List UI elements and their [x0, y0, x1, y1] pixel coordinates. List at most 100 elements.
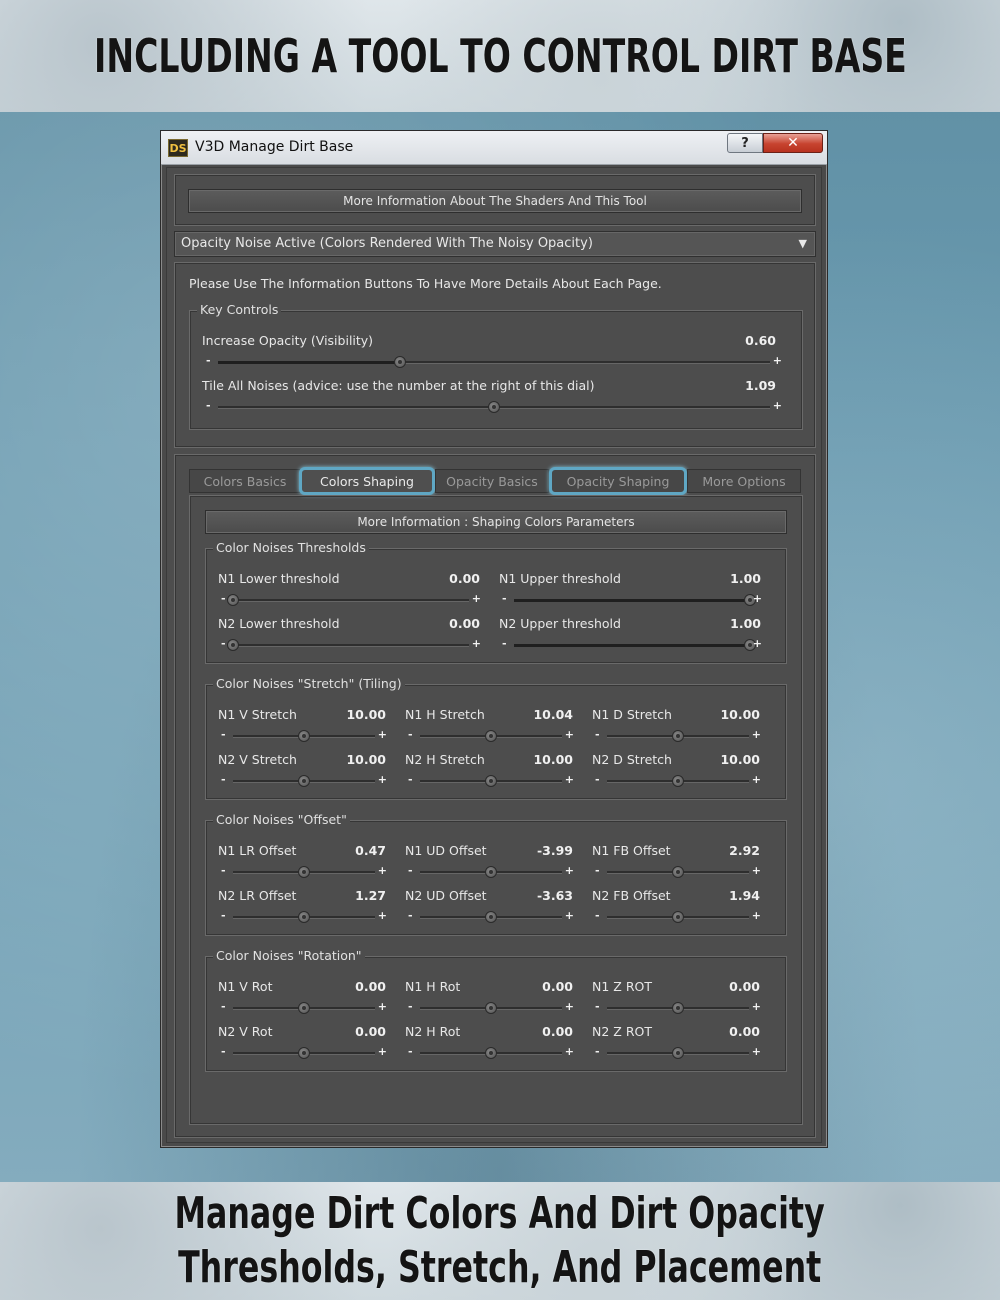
threshold-n2-lower-threshold-slider[interactable]: - +: [221, 637, 481, 652]
decrement-icon[interactable]: -: [408, 728, 413, 741]
slider-knob[interactable]: [298, 1002, 310, 1014]
increment-icon[interactable]: +: [773, 354, 782, 367]
title-bar[interactable]: DS V3D Manage Dirt Base ? ✕: [161, 131, 827, 165]
increment-icon[interactable]: +: [565, 1000, 574, 1013]
slider-knob[interactable]: [298, 775, 310, 787]
slider-knob[interactable]: [485, 911, 497, 923]
stretch-n1-d-stretch-slider[interactable]: - +: [595, 728, 761, 743]
increment-icon[interactable]: +: [378, 1000, 387, 1013]
increment-icon[interactable]: +: [752, 864, 761, 877]
decrement-icon[interactable]: -: [595, 773, 600, 786]
increment-icon[interactable]: +: [752, 1045, 761, 1058]
rotation-n1-z-rot-slider[interactable]: - +: [595, 1000, 761, 1015]
increment-icon[interactable]: +: [752, 773, 761, 786]
slider-knob[interactable]: [672, 1047, 684, 1059]
increment-icon[interactable]: +: [773, 399, 782, 412]
increment-icon[interactable]: +: [565, 773, 574, 786]
decrement-icon[interactable]: -: [408, 909, 413, 922]
decrement-icon[interactable]: -: [408, 864, 413, 877]
slider-knob[interactable]: [485, 730, 497, 742]
slider-knob[interactable]: [298, 730, 310, 742]
decrement-icon[interactable]: -: [595, 728, 600, 741]
slider-knob[interactable]: [298, 866, 310, 878]
help-button[interactable]: ?: [727, 133, 763, 153]
offset-n2-lr-offset-slider[interactable]: - +: [221, 909, 387, 924]
increment-icon[interactable]: +: [378, 773, 387, 786]
tab-opacity-basics[interactable]: Opacity Basics: [435, 469, 549, 493]
rotation-n1-v-rot-slider[interactable]: - +: [221, 1000, 387, 1015]
rotation-n2-v-rot-slider[interactable]: - +: [221, 1045, 387, 1060]
decrement-icon[interactable]: -: [595, 1045, 600, 1058]
decrement-icon[interactable]: -: [408, 1000, 413, 1013]
decrement-icon[interactable]: -: [595, 1000, 600, 1013]
increment-icon[interactable]: +: [472, 592, 481, 605]
threshold-n1-lower-threshold-slider[interactable]: - +: [221, 592, 481, 607]
stretch-n2-d-stretch-slider[interactable]: - +: [595, 773, 761, 788]
more-info-button[interactable]: More Information About The Shaders And T…: [188, 189, 802, 213]
slider-knob[interactable]: [227, 639, 239, 651]
slider-knob[interactable]: [485, 866, 497, 878]
stretch-n1-h-stretch-slider[interactable]: - +: [408, 728, 574, 743]
slider-knob[interactable]: [485, 775, 497, 787]
increment-icon[interactable]: +: [752, 728, 761, 741]
decrement-icon[interactable]: -: [502, 592, 507, 605]
threshold-n1-upper-threshold-slider[interactable]: - +: [502, 592, 762, 607]
slider-knob[interactable]: [394, 356, 407, 368]
tab-colors-basics[interactable]: Colors Basics: [189, 469, 301, 493]
increment-icon[interactable]: +: [752, 1000, 761, 1013]
offset-n2-fb-offset-slider[interactable]: - +: [595, 909, 761, 924]
offset-n2-ud-offset-slider[interactable]: - +: [408, 909, 574, 924]
decrement-icon[interactable]: -: [221, 637, 226, 650]
increment-icon[interactable]: +: [565, 864, 574, 877]
increment-icon[interactable]: +: [378, 864, 387, 877]
increment-icon[interactable]: +: [378, 728, 387, 741]
stretch-n1-v-stretch-slider[interactable]: - +: [221, 728, 387, 743]
mode-dropdown[interactable]: Opacity Noise Active (Colors Rendered Wi…: [174, 231, 816, 257]
decrement-icon[interactable]: -: [221, 864, 226, 877]
tab-more-options[interactable]: More Options: [687, 469, 801, 493]
tab-opacity-shaping[interactable]: Opacity Shaping: [549, 467, 687, 495]
decrement-icon[interactable]: -: [221, 592, 226, 605]
decrement-icon[interactable]: -: [221, 1000, 226, 1013]
decrement-icon[interactable]: -: [221, 909, 226, 922]
opacity-slider[interactable]: - +: [206, 354, 782, 369]
offset-n1-fb-offset-slider[interactable]: - +: [595, 864, 761, 879]
decrement-icon[interactable]: -: [206, 354, 211, 367]
stretch-n2-h-stretch-slider[interactable]: - +: [408, 773, 574, 788]
increment-icon[interactable]: +: [753, 592, 762, 605]
increment-icon[interactable]: +: [378, 909, 387, 922]
slider-knob[interactable]: [672, 911, 684, 923]
stretch-n2-v-stretch-slider[interactable]: - +: [221, 773, 387, 788]
slider-knob[interactable]: [227, 594, 239, 606]
slider-knob[interactable]: [485, 1002, 497, 1014]
decrement-icon[interactable]: -: [408, 1045, 413, 1058]
decrement-icon[interactable]: -: [221, 773, 226, 786]
threshold-n2-upper-threshold-slider[interactable]: - +: [502, 637, 762, 652]
close-button[interactable]: ✕: [763, 133, 823, 153]
slider-knob[interactable]: [672, 730, 684, 742]
offset-n1-ud-offset-slider[interactable]: - +: [408, 864, 574, 879]
increment-icon[interactable]: +: [752, 909, 761, 922]
increment-icon[interactable]: +: [753, 637, 762, 650]
slider-knob[interactable]: [488, 401, 500, 413]
rotation-n1-h-rot-slider[interactable]: - +: [408, 1000, 574, 1015]
decrement-icon[interactable]: -: [502, 637, 507, 650]
slider-knob[interactable]: [672, 775, 684, 787]
rotation-n2-h-rot-slider[interactable]: - +: [408, 1045, 574, 1060]
decrement-icon[interactable]: -: [221, 728, 226, 741]
tile-all-slider[interactable]: - +: [206, 399, 782, 414]
tab-colors-shaping[interactable]: Colors Shaping: [299, 467, 435, 495]
increment-icon[interactable]: +: [565, 728, 574, 741]
decrement-icon[interactable]: -: [408, 773, 413, 786]
increment-icon[interactable]: +: [378, 1045, 387, 1058]
decrement-icon[interactable]: -: [221, 1045, 226, 1058]
offset-n1-lr-offset-slider[interactable]: - +: [221, 864, 387, 879]
rotation-n2-z-rot-slider[interactable]: - +: [595, 1045, 761, 1060]
increment-icon[interactable]: +: [565, 909, 574, 922]
increment-icon[interactable]: +: [565, 1045, 574, 1058]
shaping-info-button[interactable]: More Information : Shaping Colors Parame…: [205, 510, 787, 534]
slider-knob[interactable]: [672, 866, 684, 878]
decrement-icon[interactable]: -: [595, 864, 600, 877]
slider-knob[interactable]: [485, 1047, 497, 1059]
slider-knob[interactable]: [672, 1002, 684, 1014]
